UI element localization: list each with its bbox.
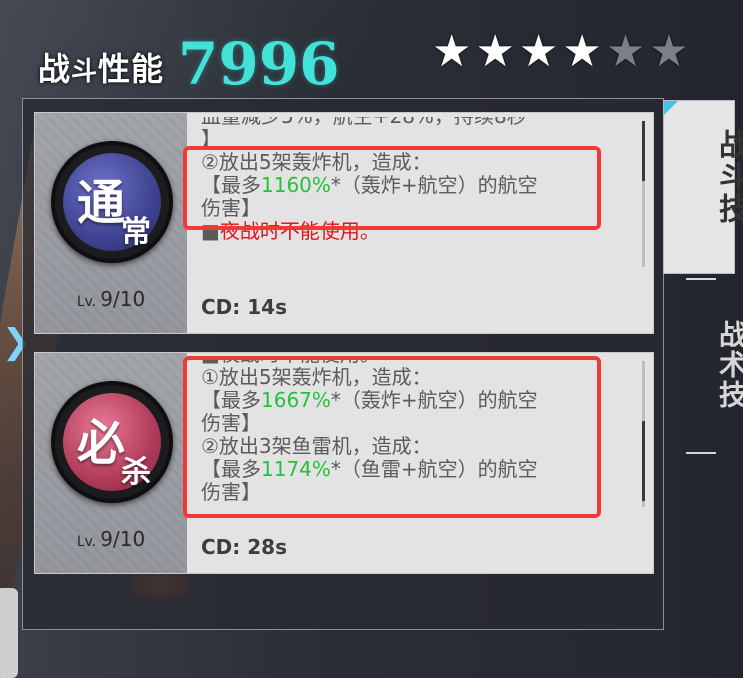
combat-power-label: 战斗性能 [38,44,164,90]
skill-icon-area: 必 杀 Lv. 9/10 [35,353,187,573]
icon-glyph-big: 必 [77,415,126,471]
tab-tactic-skill[interactable]: 战术技 [663,300,743,440]
combat-power-header: 战斗性能 7996 [38,28,339,98]
tab-divider [686,452,716,454]
star-icon: ★ [518,26,559,77]
ultimate-skill-icon: 必 杀 [51,381,173,503]
skill-cooldown: CD: 28s [201,535,287,559]
desc-line: 血量减少5%，航空+28%，持续8秒 [201,117,633,128]
tab-combat-skill[interactable]: 战斗技 [663,100,743,274]
tab-label: 战斗技 [713,129,743,225]
highlight-box [183,356,601,518]
tab-divider [686,278,716,280]
combat-power-value: 7996 [178,30,340,98]
star-empty-icon: ★ [605,26,646,77]
skill-level: Lv. 9/10 [35,527,187,551]
star-empty-icon: ★ [649,26,689,77]
icon-glyph-small: 常 [121,215,151,250]
description-scrollbar[interactable] [642,121,645,267]
skill-icon-area: 通 常 Lv. 9/10 [35,113,187,333]
skill-level: Lv. 9/10 [35,287,187,311]
scrollbar-thumb[interactable] [642,121,645,181]
highlight-box [183,146,601,230]
description-scrollbar[interactable] [642,361,645,507]
tab-label: 战术技 [715,320,743,410]
level-prefix: Lv. [76,534,97,550]
normal-skill-icon: 通 常 [51,141,173,263]
rarity-stars: ★ ★ ★ ★ ★ ★ [432,30,689,74]
skill-cooldown: CD: 14s [201,295,287,319]
star-icon: ★ [432,26,472,77]
label-char-3: 性能 [98,50,165,88]
skill-icon-inner: 通 常 [63,153,161,251]
label-char-1: 战 [38,50,72,88]
label-char-2: 斗 [71,57,99,87]
scrollbar-thumb[interactable] [642,421,645,501]
side-tag [0,588,18,678]
star-icon: ★ [562,26,602,77]
level-prefix: Lv. [76,294,97,310]
icon-glyph-big: 通 [77,175,126,231]
active-corner-marker [664,101,678,115]
skill-icon-inner: 必 杀 [63,393,161,491]
icon-glyph-small: 杀 [121,455,151,490]
level-value: 9/10 [100,527,146,551]
level-value: 9/10 [100,287,146,311]
star-icon: ★ [475,26,515,77]
